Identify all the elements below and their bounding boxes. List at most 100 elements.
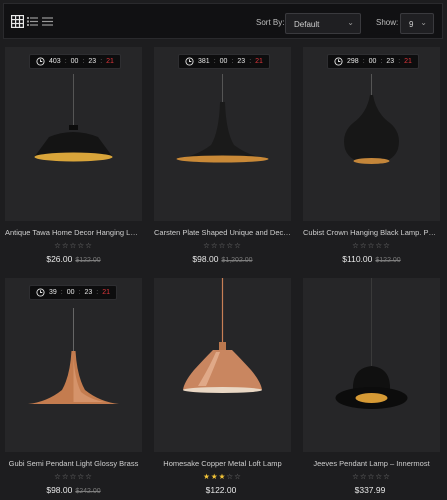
rating-stars: ☆☆☆☆☆	[5, 472, 142, 481]
star-empty-icon: ☆	[234, 472, 242, 481]
timer-hours: 00	[66, 289, 75, 296]
product-image[interactable]	[154, 278, 291, 452]
shop-toolbar: Sort By: Default ⌄ Show: 9 ⌄	[3, 3, 443, 39]
star-filled-icon: ★	[210, 472, 219, 481]
bowler-hat-pendant-lamp-icon	[335, 278, 408, 409]
countdown-timer: 381: 00: 23: 21	[178, 54, 270, 69]
star-empty-icon: ☆	[85, 472, 93, 481]
timer-seconds: 21	[255, 58, 263, 65]
current-price: $26.00	[46, 254, 73, 264]
product-title[interactable]: Homesake Copper Metal Loft Lamp	[154, 459, 291, 468]
rating-stars: ☆☆☆☆☆	[5, 241, 142, 250]
star-empty-icon: ☆	[77, 472, 86, 481]
current-price: $98.00	[46, 485, 73, 495]
timer-seconds: 21	[106, 58, 114, 65]
product-image[interactable]	[303, 47, 440, 221]
timer-days: 381	[198, 58, 210, 65]
product-price: $26.00 $122.00	[5, 254, 142, 264]
copper-loft-lamp-icon	[183, 278, 262, 393]
rating-stars: ☆☆☆☆☆	[154, 241, 291, 250]
old-price: $242.00	[75, 488, 101, 495]
countdown-timer: 403: 00: 23: 21	[29, 54, 121, 69]
star-empty-icon: ☆	[54, 241, 62, 250]
timer-hours: 00	[70, 58, 79, 65]
black-dome-pendant-lamp-icon	[34, 74, 113, 162]
timer-hours: 00	[219, 58, 228, 65]
old-price: $122.00	[375, 257, 401, 264]
countdown-timer: 39: 00: 23: 21	[29, 285, 118, 300]
star-empty-icon: ☆	[234, 241, 242, 250]
rating-stars: ☆☆☆☆☆	[303, 472, 440, 481]
star-empty-icon: ☆	[61, 472, 70, 481]
timer-minutes: 23	[386, 58, 395, 65]
timer-days: 403	[49, 58, 61, 65]
star-empty-icon: ☆	[352, 241, 360, 250]
old-price: $1,202.00	[221, 257, 253, 264]
rating-stars: ☆☆☆☆☆	[303, 241, 440, 250]
star-empty-icon: ☆	[226, 472, 235, 481]
product-image[interactable]	[5, 278, 142, 452]
star-filled-icon: ★	[203, 472, 211, 481]
clock-icon	[36, 57, 45, 66]
brass-semi-pendant-lamp-icon	[28, 308, 119, 404]
bell-plate-pendant-lamp-icon	[176, 74, 269, 163]
product-image[interactable]	[303, 278, 440, 452]
timer-minutes: 23	[84, 289, 93, 296]
product-price: $98.00 $242.00	[5, 485, 142, 495]
product-image[interactable]	[154, 47, 291, 221]
product-title[interactable]: Gubi Semi Pendant Light Glossy Brass	[5, 459, 142, 468]
clock-icon	[334, 57, 343, 66]
sort-by-label: Sort By:	[256, 18, 285, 27]
star-empty-icon: ☆	[352, 472, 360, 481]
timer-minutes: 23	[237, 58, 246, 65]
product-price: $98.00 $1,202.00	[154, 254, 291, 264]
timer-minutes: 23	[88, 58, 97, 65]
rating-stars: ★★★☆☆	[154, 472, 291, 481]
timer-seconds: 21	[102, 289, 111, 296]
crown-pendant-lamp-icon	[344, 74, 399, 164]
product-title[interactable]: Carsten Plate Shaped Unique and Decorati…	[154, 228, 291, 237]
current-price: $122.00	[205, 485, 237, 495]
current-price: $110.00	[342, 254, 373, 264]
product-title[interactable]: Antique Tawa Home Decor Hanging Lamp	[5, 228, 142, 237]
star-empty-icon: ☆	[203, 241, 211, 250]
product-price: $122.00	[154, 485, 291, 495]
timer-seconds: 21	[404, 58, 412, 65]
countdown-timer: 298: 00: 23: 21	[327, 54, 419, 69]
show-count-select[interactable]: 9 ⌄	[400, 13, 434, 34]
show-label: Show:	[376, 18, 399, 27]
clock-icon	[185, 57, 194, 66]
star-empty-icon: ☆	[375, 241, 384, 250]
chevron-down-icon: ⌄	[420, 18, 427, 27]
list-view-icon[interactable]	[26, 15, 39, 28]
timer-days: 298	[347, 58, 359, 65]
grid-view-icon[interactable]	[11, 15, 24, 28]
chevron-down-icon: ⌄	[347, 18, 354, 27]
product-price: $110.00 $122.00	[303, 254, 440, 264]
old-price: $122.00	[75, 257, 101, 264]
current-price: $337.99	[354, 485, 386, 495]
star-empty-icon: ☆	[383, 241, 391, 250]
star-empty-icon: ☆	[359, 241, 368, 250]
timer-hours: 00	[368, 58, 377, 65]
star-empty-icon: ☆	[226, 241, 235, 250]
star-empty-icon: ☆	[210, 241, 219, 250]
star-empty-icon: ☆	[359, 472, 368, 481]
product-price: $337.99	[303, 485, 440, 495]
product-image[interactable]	[5, 47, 142, 221]
star-empty-icon: ☆	[77, 241, 86, 250]
sort-select[interactable]: Default ⌄	[285, 13, 361, 34]
compact-list-view-icon[interactable]	[41, 15, 54, 28]
star-empty-icon: ☆	[61, 241, 70, 250]
timer-days: 39	[49, 289, 57, 296]
product-title[interactable]: Cubist Crown Hanging Black Lamp. Pendant	[303, 228, 440, 237]
star-empty-icon: ☆	[54, 472, 62, 481]
star-empty-icon: ☆	[375, 472, 384, 481]
sort-select-value: Default	[294, 20, 320, 29]
show-count-value: 9	[409, 20, 414, 29]
star-empty-icon: ☆	[85, 241, 93, 250]
current-price: $98.00	[192, 254, 219, 264]
clock-icon	[36, 288, 45, 297]
product-title[interactable]: Jeeves Pendant Lamp – Innermost	[303, 459, 440, 468]
star-empty-icon: ☆	[383, 472, 391, 481]
